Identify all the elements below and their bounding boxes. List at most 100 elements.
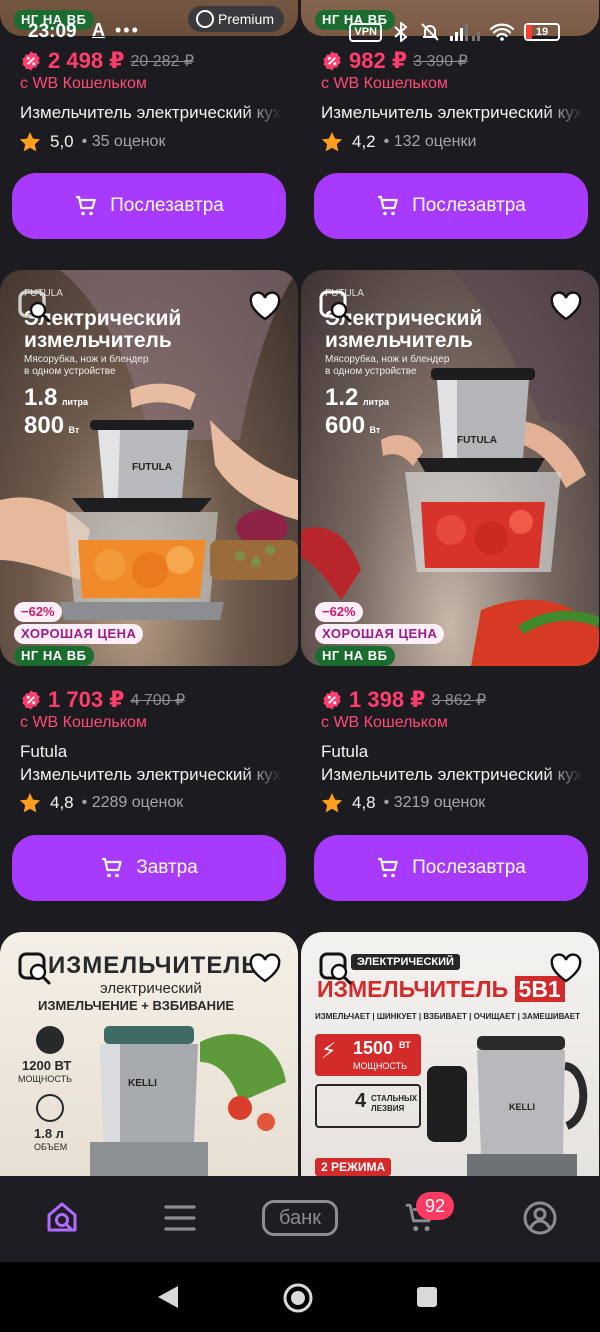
good-price-badge: ХОРОШАЯ ЦЕНА [315, 624, 445, 644]
discount-badge: −62% [315, 602, 363, 622]
nav-bank[interactable]: банк [262, 1200, 338, 1236]
product-title[interactable]: Измельчитель электрический кухонный [20, 103, 282, 123]
product-image[interactable]: ИЗМЕЛЬЧИТЕЛЬ электрический ИЗМЕЛЬЧЕНИЕ +… [0, 932, 298, 1176]
rating-row: 4,8 • 3219 оценок [320, 791, 485, 815]
product-title[interactable]: Измельчитель электрический кухонный [20, 765, 282, 785]
image-specs: 1.8 литра 800 Вт [24, 384, 88, 439]
add-to-cart-button[interactable]: Послезавтра [314, 835, 588, 901]
old-price: 20 282 ₽ [130, 53, 195, 70]
discount-badge: −62% [14, 602, 62, 622]
power-block: ⚡ 1500 ВТ МОЩНОСТЬ [315, 1034, 421, 1076]
product-brand[interactable]: Futula [20, 742, 67, 762]
old-price: 4 700 ₽ [130, 692, 186, 709]
device-brand: FUTULA [132, 462, 172, 473]
wallet-label: с WB Кошельком [20, 714, 147, 731]
wallet-discount-icon [22, 51, 40, 71]
device-brand: KELLI [128, 1078, 157, 1089]
image-functions: ИЗМЕЛЬЧАЕТ | ШИНКУЕТ | ВЗБИВАЕТ | ОЧИЩАЕ… [315, 1012, 580, 1021]
image-subtitle: Мясорубка, нож и блендер в одном устройс… [24, 354, 149, 377]
nav-catalog[interactable] [160, 1198, 200, 1238]
price: 2 498 ₽ [48, 48, 125, 73]
power-icon [36, 1026, 64, 1054]
signal-icon [450, 24, 480, 41]
image-subtitle: электрический [100, 980, 202, 997]
image-heading: ИЗМЕЛЬЧИТЕЛЬ 5В1 [317, 976, 565, 1003]
rating-row: 4,8 • 2289 оценок [18, 791, 183, 815]
price: 1 703 ₽ [48, 687, 125, 712]
cart-icon [378, 195, 398, 216]
product-title[interactable]: Измельчитель электрический кухонный [321, 765, 583, 785]
add-to-cart-button[interactable]: Завтра [12, 835, 286, 901]
text-notification-icon: A [92, 20, 105, 40]
image-pager-dots [0, 662, 298, 666]
device-brand: KELLI [509, 1102, 535, 1112]
visual-search-icon[interactable] [18, 952, 52, 986]
add-to-cart-button[interactable]: Послезавтра [314, 173, 588, 239]
price: 982 ₽ [349, 48, 408, 73]
price-row: 1 703 ₽ 4 700 ₽ [20, 687, 185, 713]
visual-search-icon[interactable] [319, 952, 353, 986]
product-image[interactable]: ЭЛЕКТРИЧЕСКИЙ ИЗМЕЛЬЧИТЕЛЬ 5В1 ИЗМЕЛЬЧАЕ… [301, 932, 599, 1176]
wallet-label: с WB Кошельком [20, 75, 147, 92]
old-price: 3 862 ₽ [431, 692, 487, 709]
premium-icon [195, 10, 214, 28]
wifi-icon [490, 23, 514, 41]
visual-search-icon[interactable] [319, 290, 353, 324]
favorite-heart-icon[interactable] [248, 290, 282, 324]
product-brand[interactable]: Futula [321, 742, 368, 762]
star-icon [19, 132, 41, 152]
old-price: 3 390 ₽ [413, 53, 468, 70]
blades-block: 4 СТАЛЬНЫХ ЛЕЗВИЯ [315, 1084, 421, 1128]
star-icon [321, 793, 343, 813]
product-image[interactable]: FUTULA Электрический измельчитель Мясору… [301, 270, 599, 666]
image-pager-dots [301, 662, 599, 666]
device-brand: FUTULA [457, 435, 497, 446]
back-icon[interactable] [156, 1284, 180, 1310]
rating-row: 5,0 • 35 оценок [18, 130, 165, 154]
wallet-label: с WB Кошельком [321, 75, 448, 92]
add-to-cart-button[interactable]: Послезавтра [12, 173, 286, 239]
favorite-heart-icon[interactable] [549, 952, 583, 986]
bottom-nav: банк 92 [0, 1176, 600, 1262]
home-search-icon [47, 1202, 77, 1232]
favorite-heart-icon[interactable] [549, 290, 583, 324]
wallet-discount-icon [323, 690, 341, 710]
bluetooth-icon [394, 22, 408, 42]
cart-count-badge: 92 [416, 1192, 454, 1220]
vpn-icon: VPN [349, 22, 382, 42]
premium-badge: Premium [187, 6, 284, 32]
rating-row: 4,2 • 132 оценки [320, 130, 476, 154]
system-nav-bar [0, 1262, 600, 1332]
recents-icon[interactable] [416, 1286, 438, 1308]
silent-bell-icon [421, 23, 439, 41]
star-icon [19, 793, 41, 813]
profile-icon [523, 1201, 557, 1235]
product-image[interactable]: FUTULA Электрический измельчитель Мясору… [0, 270, 298, 666]
price: 1 398 ₽ [349, 687, 426, 712]
home-circle-icon[interactable] [282, 1282, 314, 1314]
more-notifications-icon: ••• [115, 20, 140, 40]
wallet-discount-icon [22, 690, 40, 710]
price-row: 2 498 ₽ 20 282 ₽ [20, 48, 194, 74]
wallet-label: с WB Кошельком [321, 714, 448, 731]
visual-search-icon[interactable] [18, 290, 52, 324]
nav-profile[interactable] [520, 1198, 560, 1238]
nav-home[interactable] [42, 1198, 82, 1238]
product-photo [90, 1026, 286, 1176]
status-time: 23:09 [28, 21, 77, 42]
product-title[interactable]: Измельчитель электрический кухонный [321, 103, 583, 123]
cart-icon [102, 857, 123, 878]
cart-icon [76, 195, 96, 216]
image-subtitle: Мясорубка, нож и блендер в одном устройс… [325, 354, 450, 377]
image-pretitle: ЭЛЕКТРИЧЕСКИЙ [351, 954, 460, 970]
bolt-icon: ⚡ [321, 1038, 337, 1063]
image-specs: 1.2 литра 600 Вт [325, 384, 389, 439]
price-row: 982 ₽ 3 390 ₽ [321, 48, 468, 74]
cart-icon [378, 857, 398, 878]
battery-icon: 19 [524, 23, 560, 41]
modes-badge: 2 РЕЖИМА [315, 1158, 392, 1176]
wallet-discount-icon [323, 51, 341, 71]
star-icon [321, 132, 343, 152]
favorite-heart-icon[interactable] [248, 952, 282, 986]
price-row: 1 398 ₽ 3 862 ₽ [321, 687, 486, 713]
